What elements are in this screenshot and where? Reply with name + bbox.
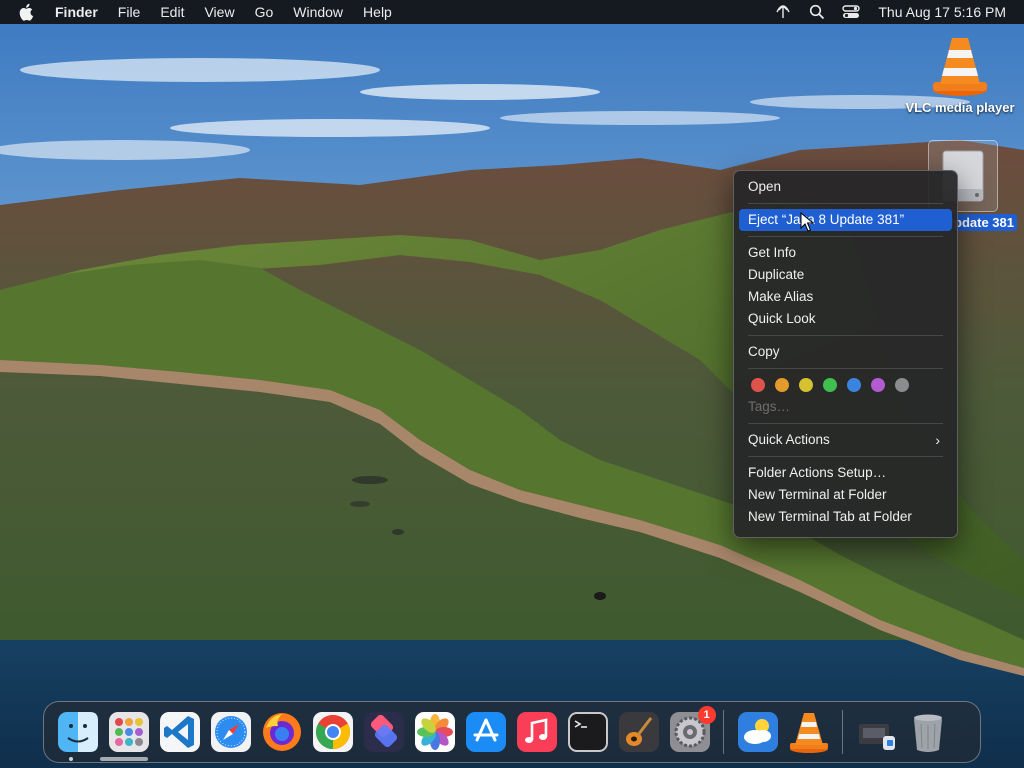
menu-separator	[748, 335, 943, 336]
desktop-icon-label: Java 8 Update 381	[948, 214, 1017, 231]
menu-item-open[interactable]: Open	[739, 176, 952, 198]
shortcuts-icon	[363, 712, 404, 752]
dock-chrome[interactable]	[311, 710, 355, 754]
menu-app-name[interactable]: Finder	[47, 0, 108, 24]
tag-yellow-dot[interactable]	[799, 378, 813, 392]
tag-gray-dot[interactable]	[895, 378, 909, 392]
tag-orange-dot[interactable]	[775, 378, 789, 392]
menu-separator	[748, 368, 943, 369]
downloads-stack-icon	[858, 724, 895, 750]
dock-app-store[interactable]	[464, 710, 508, 754]
tag-green-dot[interactable]	[823, 378, 837, 392]
menu-item-copy[interactable]: Copy	[739, 341, 952, 363]
dock-vlc[interactable]	[787, 710, 831, 754]
tag-purple-dot[interactable]	[871, 378, 885, 392]
trash-icon	[913, 714, 942, 752]
dock-firefox[interactable]	[260, 710, 304, 754]
chrome-icon	[312, 712, 353, 752]
menu-item-label: Quick Actions	[748, 432, 830, 447]
menu-help[interactable]: Help	[353, 0, 402, 24]
music-icon	[516, 712, 557, 752]
search-icon[interactable]	[806, 2, 828, 22]
vlc-cone-icon	[930, 34, 990, 98]
menu-item-quick-look[interactable]: Quick Look	[739, 308, 952, 330]
garageband-icon	[618, 712, 659, 752]
menu-item-new-terminal-tab[interactable]: New Terminal Tab at Folder	[739, 506, 952, 528]
dock-scroll-indicator	[100, 757, 148, 761]
launchpad-icon	[108, 712, 149, 752]
dock: 1	[43, 701, 981, 763]
menu-separator	[748, 203, 943, 204]
dock-vscode[interactable]	[158, 710, 202, 754]
control-center-icon[interactable]	[840, 2, 862, 22]
notification-badge: 1	[697, 706, 716, 724]
desktop-icon-vlc[interactable]: VLC media player	[900, 34, 1020, 115]
dock-shortcuts[interactable]	[362, 710, 406, 754]
dock-finder[interactable]	[56, 710, 100, 754]
menu-edit[interactable]: Edit	[150, 0, 194, 24]
dock-trash[interactable]	[906, 710, 950, 754]
app-store-icon	[465, 712, 506, 752]
finder-icon	[57, 712, 98, 752]
dock-system-settings[interactable]: 1	[668, 706, 716, 754]
dock-running-indicator	[69, 757, 73, 761]
menu-item-tags[interactable]: Tags…	[739, 396, 952, 418]
menu-separator	[748, 456, 943, 457]
menu-separator	[748, 423, 943, 424]
menu-bar-clock[interactable]: Thu Aug 17 5:16 PM	[868, 4, 1024, 20]
tag-color-row	[739, 374, 952, 396]
menu-item-make-alias[interactable]: Make Alias	[739, 286, 952, 308]
tag-blue-dot[interactable]	[847, 378, 861, 392]
menu-item-new-terminal[interactable]: New Terminal at Folder	[739, 484, 952, 506]
airdrop-icon[interactable]	[772, 2, 794, 22]
menu-item-eject[interactable]: Eject “Java 8 Update 381”	[739, 209, 952, 231]
safari-icon	[210, 712, 251, 752]
apple-menu-icon[interactable]	[17, 2, 37, 22]
menu-item-get-info[interactable]: Get Info	[739, 242, 952, 264]
vscode-icon	[159, 712, 200, 752]
chevron-right-icon: ›	[935, 432, 940, 448]
menu-item-folder-actions-setup[interactable]: Folder Actions Setup…	[739, 462, 952, 484]
dock-separator	[723, 710, 724, 754]
context-menu: Open Eject “Java 8 Update 381” Get Info …	[733, 170, 958, 538]
terminal-icon	[567, 712, 608, 752]
dock-downloads[interactable]	[855, 710, 899, 754]
menu-item-quick-actions[interactable]: Quick Actions ›	[739, 429, 952, 451]
dock-launchpad[interactable]	[107, 710, 151, 754]
dock-terminal[interactable]	[566, 710, 610, 754]
dock-separator	[842, 710, 843, 754]
dock-garageband[interactable]	[617, 710, 661, 754]
vlc-cone-icon	[789, 713, 828, 753]
menu-item-duplicate[interactable]: Duplicate	[739, 264, 952, 286]
dock-music[interactable]	[515, 710, 559, 754]
menu-view[interactable]: View	[194, 0, 244, 24]
menu-bar: Finder File Edit View Go Window Help Thu…	[0, 0, 1024, 24]
dock-safari[interactable]	[209, 710, 253, 754]
photos-icon	[414, 712, 455, 752]
mouse-pointer-icon	[800, 211, 815, 232]
desktop-icon-label: VLC media player	[905, 100, 1015, 115]
menu-separator	[748, 236, 943, 237]
menu-file[interactable]: File	[108, 0, 151, 24]
menu-window[interactable]: Window	[283, 0, 353, 24]
tag-red-dot[interactable]	[751, 378, 765, 392]
firefox-icon	[262, 713, 301, 751]
menu-go[interactable]: Go	[245, 0, 284, 24]
dock-photos[interactable]	[413, 710, 457, 754]
dock-weather[interactable]	[736, 710, 780, 754]
weather-icon	[737, 712, 778, 752]
